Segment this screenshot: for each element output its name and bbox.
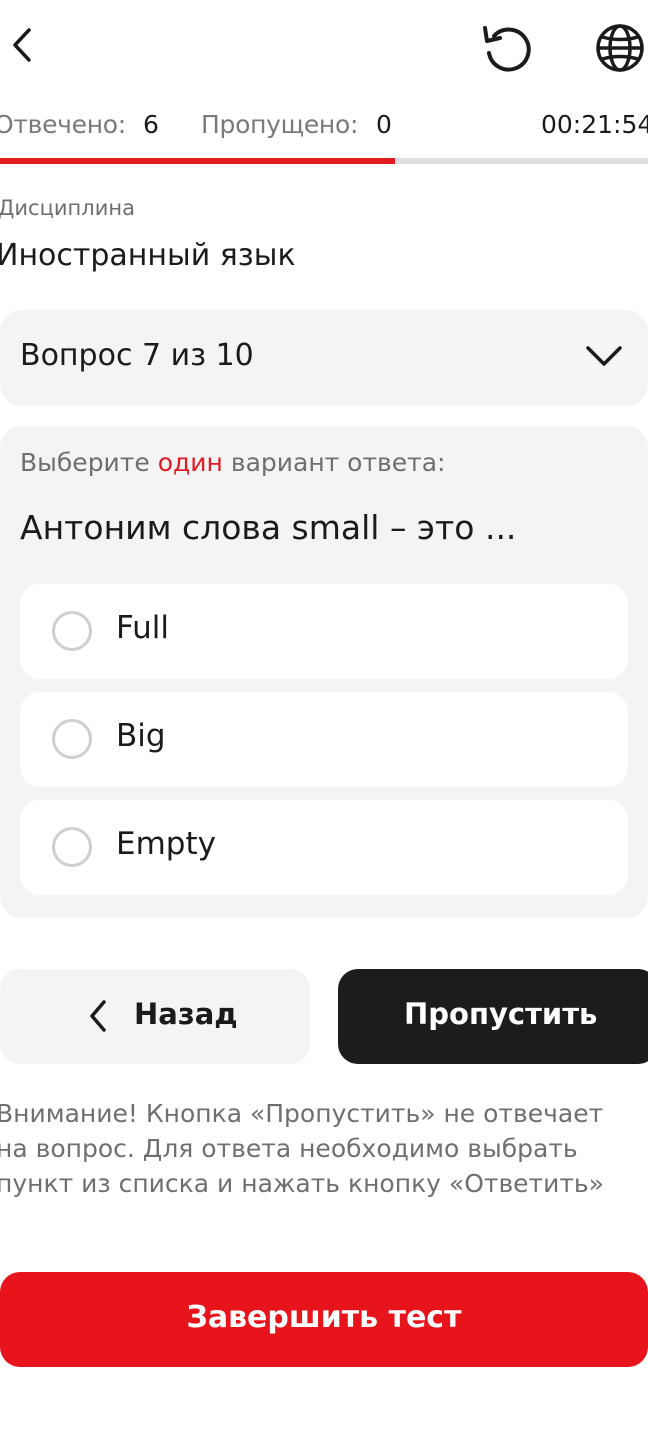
radio-button[interactable] [52,827,92,867]
warning-line: на вопрос. Для ответа необходимо выбрать [0,1134,578,1163]
answer-option[interactable]: Big [20,692,628,787]
skipped-label: Пропущено: [201,110,359,139]
answer-option[interactable]: Full [20,584,628,679]
option-label: Big [116,718,166,754]
discipline-value: Иностранный язык [0,238,296,273]
finish-test-label: Завершить тест [186,1300,462,1335]
answered-count: 6 [143,110,159,139]
progress-stats: Отвечено: 6 Пропущено: 0 00:21:54 [0,110,648,146]
globe-icon[interactable] [594,22,648,76]
reset-icon[interactable] [480,22,536,74]
instruction-prefix: Выберите [20,448,158,477]
skip-button[interactable]: Пропустить [338,969,648,1064]
question-text: Антоним слова small – это ... [20,508,517,547]
answer-option[interactable]: Empty [20,800,628,895]
question-number: Вопрос 7 из 10 [20,338,254,373]
answered-label: Отвечено: [0,110,126,139]
radio-button[interactable] [52,719,92,759]
chevron-down-icon[interactable] [584,338,624,378]
option-label: Empty [116,826,216,862]
option-label: Full [116,610,170,646]
warning-line: пункт из списка и нажать кнопку «Ответит… [0,1169,604,1198]
skip-warning: Внимание! Кнопка «Пропустить» не отвечае… [0,1096,636,1201]
chevron-left-icon [84,997,112,1035]
radio-button[interactable] [52,611,92,651]
test-screen: Отвечено: 6 Пропущено: 0 00:21:54 Дисцип… [0,0,648,1440]
back-chevron-icon[interactable] [4,22,40,68]
back-button-label: Назад [134,997,238,1031]
progress-bar-fill [0,158,396,164]
progress-bar [0,158,648,164]
skip-button-label: Пропустить [404,997,598,1031]
question-selector[interactable]: Вопрос 7 из 10 [0,310,648,406]
finish-test-button[interactable]: Завершить тест [0,1272,648,1367]
back-button[interactable]: Назад [0,969,310,1064]
warning-line: Внимание! Кнопка «Пропустить» не отвечае… [0,1099,604,1128]
instruction-suffix: вариант ответа: [222,448,446,477]
answer-instruction: Выберите один вариант ответа: [20,448,445,477]
instruction-accent: один [157,448,223,477]
timer: 00:21:54 [541,110,648,139]
discipline-label: Дисциплина [0,196,135,220]
skipped-count: 0 [376,110,392,139]
